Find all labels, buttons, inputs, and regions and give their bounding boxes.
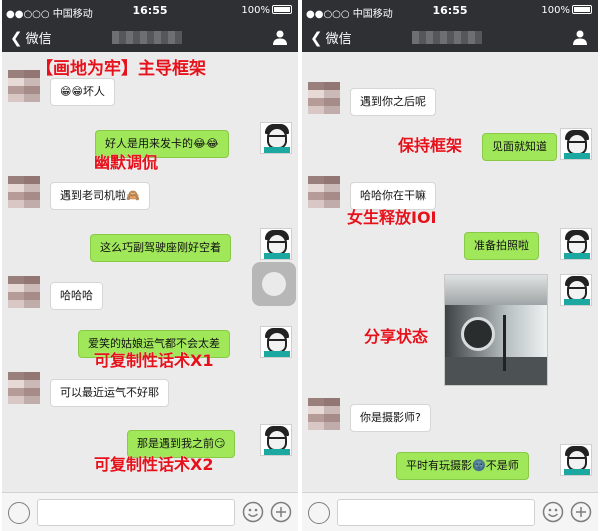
- nav-bar: ❮ 微信: [302, 22, 598, 52]
- annotation-share-status: 分享状态: [364, 327, 429, 346]
- my-avatar[interactable]: [560, 228, 592, 260]
- back-label: 微信: [25, 32, 52, 47]
- photo-umbrella-light: [461, 317, 495, 351]
- battery-icon: [572, 5, 592, 14]
- incoming-message[interactable]: 你是摄影师?: [350, 404, 431, 432]
- incoming-message[interactable]: 可以最近运气不好耶: [50, 379, 169, 407]
- contact-avatar[interactable]: [308, 398, 340, 430]
- voice-icon[interactable]: [8, 502, 30, 524]
- message-input[interactable]: [37, 499, 235, 526]
- outgoing-message[interactable]: 平时有玩摄影🌚不是师: [396, 452, 529, 480]
- incoming-message[interactable]: 😁😁坏人: [50, 78, 115, 106]
- my-avatar[interactable]: [260, 424, 292, 456]
- back-button[interactable]: ❮ 微信: [10, 28, 52, 47]
- my-avatar[interactable]: [260, 228, 292, 260]
- shared-photo[interactable]: [444, 274, 548, 386]
- annotation-keep-frame: 保持框架: [398, 136, 463, 155]
- contact-avatar[interactable]: [8, 372, 40, 404]
- person-icon[interactable]: [572, 29, 588, 45]
- annotation-replicable-1: 可复制性话术X1: [94, 351, 214, 370]
- annotation-replicable-2: 可复制性话术X2: [94, 455, 214, 474]
- annotation-main-frame: 【画地为牢】主导框架: [36, 59, 206, 79]
- left-phone-screen: ●●○○○ 中国移动 16:55 100% ❮ 微信 😁😁坏人 好人是用来发卡的😂…: [2, 0, 298, 531]
- battery-indicator: 100%: [541, 5, 592, 16]
- chat-title-redacted: [412, 31, 482, 44]
- annotation-ioi: 女生释放IOI: [347, 208, 437, 227]
- outgoing-message[interactable]: 这么巧副驾驶座刚好空着: [90, 234, 231, 262]
- voice-icon[interactable]: [308, 502, 330, 524]
- contact-avatar[interactable]: [8, 276, 40, 308]
- nav-bar: ❮ 微信: [2, 22, 298, 52]
- incoming-message[interactable]: 遇到老司机啦🙈: [50, 182, 150, 210]
- incoming-message[interactable]: 遇到你之后呢: [350, 88, 436, 116]
- battery-icon: [272, 5, 292, 14]
- status-bar: ●●○○○ 中国移动 16:55 100%: [302, 0, 598, 22]
- my-avatar[interactable]: [560, 274, 592, 306]
- battery-percent: 100%: [541, 5, 570, 16]
- my-avatar[interactable]: [260, 122, 292, 154]
- plus-icon[interactable]: [270, 501, 292, 523]
- back-label: 微信: [325, 32, 352, 47]
- emoji-icon[interactable]: [242, 501, 264, 523]
- outgoing-message[interactable]: 准备拍照啦: [464, 232, 539, 260]
- back-button[interactable]: ❮ 微信: [310, 28, 352, 47]
- incoming-message[interactable]: 哈哈哈: [50, 282, 103, 310]
- my-avatar[interactable]: [560, 128, 592, 160]
- contact-avatar[interactable]: [308, 82, 340, 114]
- message-input[interactable]: [337, 499, 535, 526]
- my-avatar[interactable]: [260, 326, 292, 358]
- floating-assistive-button[interactable]: [252, 262, 296, 306]
- battery-percent: 100%: [241, 5, 270, 16]
- input-bar: [2, 492, 298, 531]
- status-bar: ●●○○○ 中国移动 16:55 100%: [2, 0, 298, 22]
- outgoing-message[interactable]: 见面就知道: [482, 133, 557, 161]
- contact-avatar[interactable]: [308, 176, 340, 208]
- battery-indicator: 100%: [241, 5, 292, 16]
- input-bar: [302, 492, 598, 531]
- plus-icon[interactable]: [570, 501, 592, 523]
- emoji-icon[interactable]: [542, 501, 564, 523]
- back-chevron-icon: ❮: [310, 29, 323, 47]
- contact-avatar[interactable]: [8, 176, 40, 208]
- my-avatar[interactable]: [560, 444, 592, 476]
- person-icon[interactable]: [272, 29, 288, 45]
- right-phone-screen: ●●○○○ 中国移动 16:55 100% ❮ 微信 遇到你之后呢 见面就知道 哈…: [302, 0, 598, 531]
- chat-title-redacted: [112, 31, 182, 44]
- chat-area[interactable]: 遇到你之后呢 见面就知道 哈哈你在干嘛 准备拍照啦 你是摄影师? 平时有玩摄影🌚…: [302, 52, 598, 492]
- annotation-humor: 幽默调侃: [94, 153, 159, 172]
- back-chevron-icon: ❮: [10, 29, 23, 47]
